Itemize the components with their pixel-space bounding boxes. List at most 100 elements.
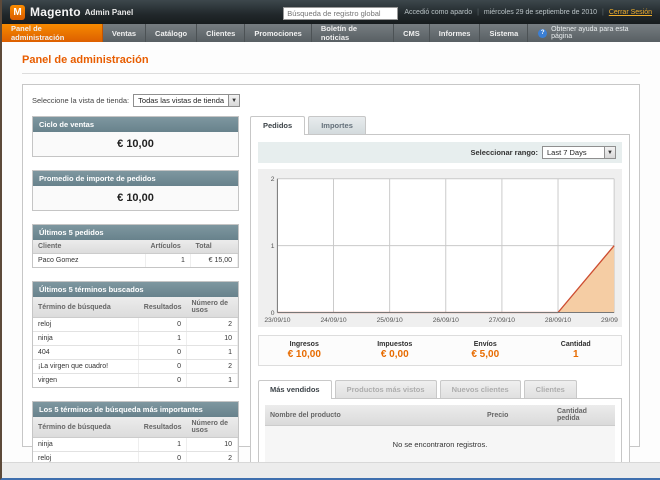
products-table: Nombre del productoPrecioCantidad pedida [265,405,615,426]
nav-item-sistema[interactable]: Sistema [480,24,528,42]
summary-box-ciclo-de-ventas: Ciclo de ventas€ 10,00 [32,116,239,157]
store-view-label: Seleccione la vista de tienda: [32,96,129,105]
column-header: Total [190,240,237,254]
svg-text:28/09/10: 28/09/10 [545,317,571,324]
total-cantidad: Cantidad1 [531,341,622,360]
dashboard-right-column: PedidosImportes Seleccionar rango: Last … [250,116,630,480]
nav-item-ventas[interactable]: Ventas [103,24,146,42]
svg-text:2: 2 [271,176,275,183]
table-cell: 1 [139,332,187,346]
nav-item-cms[interactable]: CMS [394,24,430,42]
table-cell: reloj [33,318,139,332]
table-cell: ninja [33,332,139,346]
column-header: Cantidad pedida [552,405,615,426]
table-cell: 2 [187,318,238,332]
svg-text:26/09/10: 26/09/10 [433,317,459,324]
summary-box-promedio-de-importe-de-pedidos: Promedio de importe de pedidos€ 10,00 [32,170,239,211]
table-row: reloj02 [33,318,238,332]
total-value: 1 [531,349,622,360]
column-header: Término de búsqueda [33,297,139,318]
table-cell: 0 [139,318,187,332]
column-header: Artículos [145,240,190,254]
header-separator: | [602,9,604,16]
table-cell: € 15,00 [190,254,237,268]
svg-text:0: 0 [271,310,275,317]
logged-in-as: Accedió como apardo [404,9,472,16]
orders-chart-panel: Seleccionar rango: Last 7 Days ▼ 0 1 2 23/0… [250,134,630,480]
dash-table: Término de búsquedaResultadosNúmero de u… [33,297,238,387]
table-cell: 404 [33,346,139,360]
page-title: Panel de administración [22,54,640,66]
current-date: miércoles 29 de septiembre de 2010 [484,9,597,16]
total-label: Ingresos [259,341,350,348]
tab-mas-vendidos[interactable]: Más vendidos [258,380,332,398]
column-header: Cliente [33,240,145,254]
total-value: € 5,00 [440,349,531,360]
table-cell: 0 [139,360,187,374]
tab-importes[interactable]: Importes [308,116,366,134]
table-cell: 1 [187,374,238,388]
table-row: ninja110 [33,332,238,346]
range-value: Last 7 Days [543,147,591,158]
table-box-ultimos-5-terminos-buscados: Últimos 5 términos buscadosTérmino de bú… [32,281,239,388]
total-value: € 10,00 [259,349,350,360]
range-select[interactable]: Last 7 Days ▼ [542,146,616,159]
magento-logo-icon: M [10,5,25,20]
box-title: Últimos 5 pedidos [33,225,238,240]
table-cell: 10 [187,332,238,346]
total-label: Cantidad [531,341,622,348]
svg-text:24/09/10: 24/09/10 [320,317,346,324]
dashboard-left-column: Ciclo de ventas€ 10,00Promedio de import… [32,116,239,480]
orders-chart: 01223/09/1024/09/1025/09/1026/09/1027/09… [258,169,622,327]
tab-nuevos-clientes[interactable]: Nuevos clientes [440,380,521,398]
table-row: ¡La virgen que cuadro!02 [33,360,238,374]
store-view-select[interactable]: Todas las vistas de tienda ▼ [133,94,240,107]
table-row: virgen01 [33,374,238,388]
table-cell: 1 [187,346,238,360]
top-header: M Magento Admin Panel Accedió como apard… [2,0,660,24]
column-header: Precio [482,405,552,426]
nav-item-informes[interactable]: Informes [430,24,481,42]
chevron-down-icon: ▼ [228,95,239,106]
table-cell: 0 [139,346,187,360]
global-search-input[interactable] [283,7,398,20]
box-title: Últimos 5 términos buscados [33,282,238,297]
table-cell: 1 [139,438,187,452]
box-value: € 10,00 [33,186,238,210]
tab-clientes[interactable]: Clientes [524,380,577,398]
nav-item-clientes[interactable]: Clientes [197,24,245,42]
nav-item-promociones[interactable]: Promociones [245,24,312,42]
total-label: Envíos [440,341,531,348]
total-impuestos: Impuestos€ 0,00 [350,341,441,360]
svg-text:29/09/10: 29/09/10 [601,317,618,324]
column-header: Número de usos [187,417,238,438]
box-title: Ciclo de ventas [33,117,238,132]
nav-item-catalogo[interactable]: Catálogo [146,24,197,42]
table-cell: ¡La virgen que cuadro! [33,360,139,374]
table-cell: 0 [139,374,187,388]
table-cell: Paco Gomez [33,254,145,268]
svg-text:27/09/10: 27/09/10 [489,317,515,324]
chevron-down-icon: ▼ [604,147,615,158]
svg-text:1: 1 [271,243,275,250]
range-label: Seleccionar rango: [470,148,538,157]
table-row: Paco Gomez1€ 15,00 [33,254,238,268]
tab-pedidos[interactable]: Pedidos [250,116,305,134]
store-view-value: Todas las vistas de tienda [134,95,228,106]
table-cell: 2 [187,360,238,374]
footer-strip [2,462,660,478]
help-link[interactable]: ? Obtener ayuda para esta página [528,24,660,42]
table-row: 40401 [33,346,238,360]
total-envios: Envíos€ 5,00 [440,341,531,360]
nav-item-panel-de-administracion[interactable]: Panel de administración [2,24,103,42]
column-header: Número de usos [187,297,238,318]
column-header: Resultados [139,297,187,318]
svg-text:23/09/10: 23/09/10 [264,317,290,324]
help-globe-icon: ? [538,29,547,38]
logout-link[interactable]: Cerrar Sesión [609,9,652,16]
box-value: € 10,00 [33,132,238,156]
total-value: € 0,00 [350,349,441,360]
column-header: Término de búsqueda [33,417,139,438]
tab-productos-mas-vistos[interactable]: Productos más vistos [335,380,437,398]
nav-item-boletin-de-noticias[interactable]: Boletín de noticias [312,24,394,42]
